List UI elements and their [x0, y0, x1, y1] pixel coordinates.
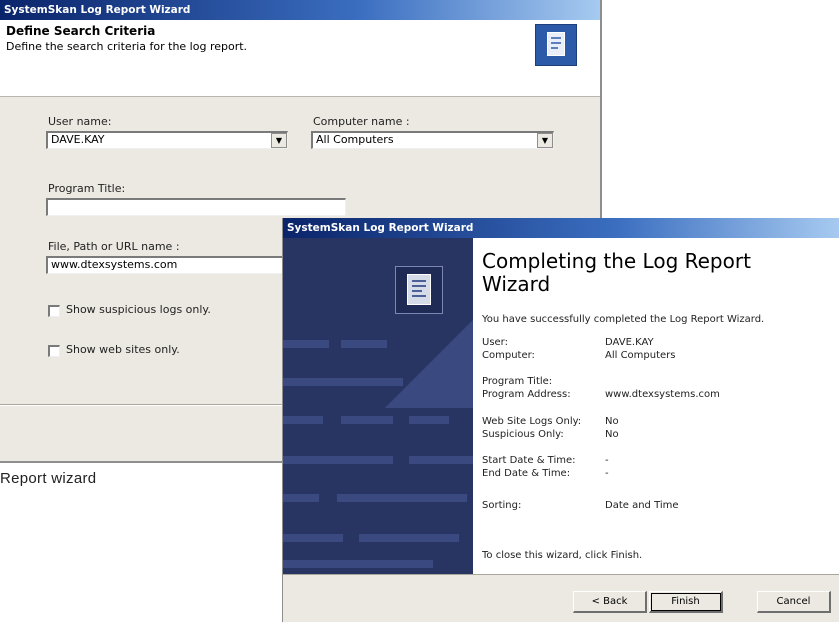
suspicious-logs-checkbox[interactable] [48, 305, 60, 317]
summary-label: Program Title: [482, 376, 553, 387]
computer-name-label: Computer name : [313, 115, 410, 128]
user-name-select[interactable]: DAVE.KAY ▼ [46, 131, 288, 149]
page-subheading: Define the search criteria for the log r… [6, 40, 248, 53]
summary-label: User: [482, 337, 508, 348]
window-title: SystemSkan Log Report Wizard [287, 222, 474, 234]
summary-label: Web Site Logs Only: [482, 416, 582, 427]
suspicious-logs-label: Show suspicious logs only. [66, 303, 211, 316]
document-report-icon [535, 24, 577, 66]
summary-value: No [605, 416, 619, 427]
url-name-label: File, Path or URL name : [48, 240, 180, 253]
summary-value: All Computers [605, 350, 676, 361]
chevron-down-icon[interactable]: ▼ [271, 133, 287, 148]
summary-value: www.dtexsystems.com [605, 389, 720, 400]
page-heading-line1: Completing the Log Report [482, 249, 751, 273]
summary-label: Sorting: [482, 500, 522, 511]
computer-name-value: All Computers [316, 133, 394, 146]
page-heading: Completing the Log Report Wizard [482, 250, 827, 296]
summary-label: End Date & Time: [482, 468, 571, 479]
wizard-sidebar-graphic [283, 238, 473, 574]
close-instruction: To close this wizard, click Finish. [482, 550, 643, 561]
program-title-label: Program Title: [48, 182, 126, 195]
cancel-button[interactable]: Cancel [757, 591, 831, 613]
summary-label: Program Address: [482, 389, 571, 400]
finish-button[interactable]: Finish [649, 591, 723, 613]
user-name-value: DAVE.KAY [51, 133, 105, 146]
window-title: SystemSkan Log Report Wizard [4, 4, 191, 16]
summary-value: - [605, 455, 609, 466]
chevron-down-icon[interactable]: ▼ [537, 133, 553, 148]
document-report-icon [395, 266, 443, 314]
completion-window: SystemSkan Log Report Wizard Completing … [282, 218, 839, 622]
figure-caption: Report wizard [0, 470, 97, 487]
page-heading-line2: Wizard [482, 272, 551, 296]
web-sites-checkbox[interactable] [48, 345, 60, 357]
summary-value: Date and Time [605, 500, 679, 511]
summary-value: DAVE.KAY [605, 337, 654, 348]
summary-label: Suspicious Only: [482, 429, 564, 440]
user-name-label: User name: [48, 115, 112, 128]
web-sites-label: Show web sites only. [66, 343, 180, 356]
summary-value: No [605, 429, 619, 440]
back-button[interactable]: < Back [573, 591, 647, 613]
computer-name-select[interactable]: All Computers ▼ [311, 131, 554, 149]
wizard-footer: < Back Finish Cancel [283, 574, 839, 622]
summary-label: Computer: [482, 350, 535, 361]
program-title-input[interactable] [46, 198, 346, 216]
page-heading: Define Search Criteria [6, 24, 156, 38]
completion-message: You have successfully completed the Log … [482, 314, 765, 325]
wizard-content: Completing the Log Report Wizard You hav… [473, 238, 839, 574]
summary-value: - [605, 468, 609, 479]
window-title-bar[interactable]: SystemSkan Log Report Wizard [0, 0, 600, 20]
summary-label: Start Date & Time: [482, 455, 576, 466]
window-title-bar[interactable]: SystemSkan Log Report Wizard [283, 218, 839, 238]
